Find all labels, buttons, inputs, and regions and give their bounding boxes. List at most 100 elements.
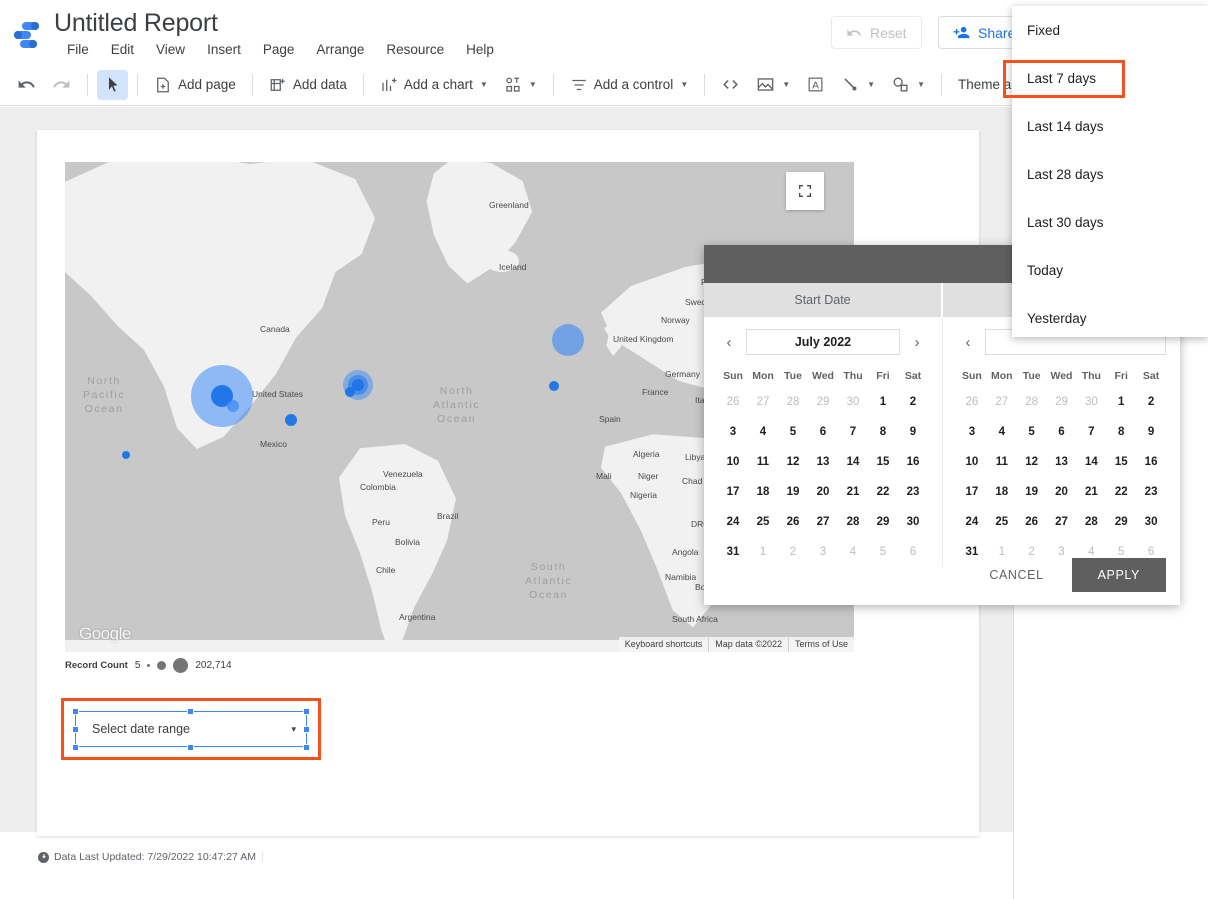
add-page-button[interactable]: Add page (147, 70, 243, 100)
calendar-day[interactable]: 1 (868, 387, 898, 417)
calendar-day[interactable]: 15 (868, 447, 898, 477)
calendar-day[interactable]: 27 (748, 387, 778, 417)
dropdown-item-fixed[interactable]: Fixed (1012, 6, 1208, 54)
chevron-left-icon[interactable]: ‹ (957, 331, 979, 353)
calendar-day[interactable]: 21 (838, 477, 868, 507)
calendar-day[interactable]: 26 (778, 507, 808, 537)
calendar-day[interactable]: 25 (987, 507, 1017, 537)
embed-code-button[interactable] (714, 70, 747, 100)
calendar-day[interactable]: 27 (987, 387, 1017, 417)
menu-item-insert[interactable]: Insert (196, 41, 252, 59)
add-chart-button[interactable]: Add a chart ▼ (373, 70, 495, 100)
calendar-day[interactable]: 4 (987, 417, 1017, 447)
calendar-day[interactable]: 28 (778, 387, 808, 417)
calendar-day[interactable]: 3 (718, 417, 748, 447)
calendar-day[interactable]: 28 (1017, 387, 1047, 417)
date-range-type-dropdown[interactable]: Fixed Last 7 days Last 14 days Last 28 days… (1012, 6, 1208, 337)
resize-handle-sw[interactable] (72, 744, 79, 751)
calendar-month-label[interactable]: July 2022 (746, 329, 900, 355)
cancel-button[interactable]: CANCEL (975, 560, 1057, 590)
calendar-day[interactable]: 1 (1106, 387, 1136, 417)
calendar-day[interactable]: 3 (957, 417, 987, 447)
menu-item-edit[interactable]: Edit (100, 41, 145, 59)
calendar-day[interactable]: 29 (808, 387, 838, 417)
insert-line-button[interactable]: ▼ (834, 70, 882, 100)
menu-item-resource[interactable]: Resource (375, 41, 455, 59)
dropdown-item-last-30-days[interactable]: Last 30 days (1012, 198, 1208, 246)
chevron-left-icon[interactable]: ‹ (718, 331, 740, 353)
reset-button[interactable]: Reset (831, 16, 922, 49)
calendar-day[interactable]: 13 (1047, 447, 1077, 477)
calendar-day[interactable]: 18 (987, 477, 1017, 507)
calendar-day[interactable]: 29 (1106, 507, 1136, 537)
calendar-day[interactable]: 7 (1076, 417, 1106, 447)
calendar-day[interactable]: 20 (1047, 477, 1077, 507)
map-attribution-item[interactable]: Map data ©2022 (708, 637, 788, 652)
calendar-day[interactable]: 23 (898, 477, 928, 507)
calendar-day[interactable]: 29 (1047, 387, 1077, 417)
redo-button[interactable] (45, 70, 78, 100)
map-attribution-item[interactable]: Terms of Use (787, 637, 854, 652)
calendar-day[interactable]: 2 (898, 387, 928, 417)
select-tool-button[interactable] (97, 69, 128, 100)
resize-handle-w[interactable] (72, 726, 79, 733)
calendar-day[interactable]: 6 (1047, 417, 1077, 447)
undo-button[interactable] (10, 70, 43, 100)
calendar-day[interactable]: 27 (1047, 507, 1077, 537)
fullscreen-button[interactable] (786, 172, 824, 210)
calendar-day[interactable]: 5 (778, 417, 808, 447)
map-bubble-marker[interactable] (345, 387, 355, 397)
calendar-day[interactable]: 22 (868, 477, 898, 507)
dropdown-item-yesterday[interactable]: Yesterday (1012, 294, 1208, 342)
dropdown-item-last-7-days[interactable]: Last 7 days (1012, 54, 1208, 102)
calendar-day[interactable]: 30 (1076, 387, 1106, 417)
resize-handle-nw[interactable] (72, 708, 79, 715)
insert-shape-button[interactable]: ▼ (884, 70, 932, 100)
calendar-day[interactable]: 13 (808, 447, 838, 477)
calendar-day[interactable]: 10 (957, 447, 987, 477)
chevron-right-icon[interactable]: › (906, 331, 928, 353)
calendar-day[interactable]: 10 (718, 447, 748, 477)
calendar-day[interactable]: 23 (1136, 477, 1166, 507)
calendar-day[interactable]: 26 (1017, 507, 1047, 537)
calendar-day[interactable]: 18 (748, 477, 778, 507)
map-bubble-marker[interactable] (227, 400, 239, 412)
calendar-day[interactable]: 8 (1106, 417, 1136, 447)
map-attribution-item[interactable]: Keyboard shortcuts (619, 637, 709, 652)
calendar-day[interactable]: 21 (1076, 477, 1106, 507)
resize-handle-n[interactable] (187, 708, 194, 715)
calendar-day[interactable]: 17 (718, 477, 748, 507)
calendar-day[interactable]: 24 (957, 507, 987, 537)
calendar-day[interactable]: 28 (1076, 507, 1106, 537)
calendar-day[interactable]: 28 (838, 507, 868, 537)
calendar-day[interactable]: 17 (957, 477, 987, 507)
calendar-day[interactable]: 30 (898, 507, 928, 537)
menu-item-help[interactable]: Help (455, 41, 505, 59)
apply-button[interactable]: APPLY (1071, 558, 1166, 592)
dropdown-item-last-14-days[interactable]: Last 14 days (1012, 102, 1208, 150)
calendar-day[interactable]: 9 (898, 417, 928, 447)
add-control-button[interactable]: Add a control ▼ (563, 70, 695, 100)
map-bubble-marker[interactable] (285, 414, 297, 426)
calendar-day[interactable]: 16 (1136, 447, 1166, 477)
calendar-day[interactable]: 19 (1017, 477, 1047, 507)
calendar-day[interactable]: 11 (748, 447, 778, 477)
calendar-day[interactable]: 11 (987, 447, 1017, 477)
calendar-day[interactable]: 14 (838, 447, 868, 477)
calendar-day[interactable]: 29 (868, 507, 898, 537)
calendar-day[interactable]: 26 (957, 387, 987, 417)
calendar-day[interactable]: 26 (718, 387, 748, 417)
calendar-day[interactable]: 16 (898, 447, 928, 477)
add-data-button[interactable]: Add data (262, 70, 354, 100)
community-viz-button[interactable]: ▼ (497, 70, 544, 100)
dropdown-item-last-28-days[interactable]: Last 28 days (1012, 150, 1208, 198)
resize-handle-ne[interactable] (303, 708, 310, 715)
calendar-day[interactable]: 19 (778, 477, 808, 507)
dropdown-item-today[interactable]: Today (1012, 246, 1208, 294)
calendar-day[interactable]: 27 (808, 507, 838, 537)
calendar-day[interactable]: 4 (748, 417, 778, 447)
calendar-day[interactable]: 22 (1106, 477, 1136, 507)
date-range-control[interactable]: Select date range ▾ (75, 711, 307, 747)
calendar-day[interactable]: 8 (868, 417, 898, 447)
page-title[interactable]: Untitled Report (54, 9, 218, 38)
